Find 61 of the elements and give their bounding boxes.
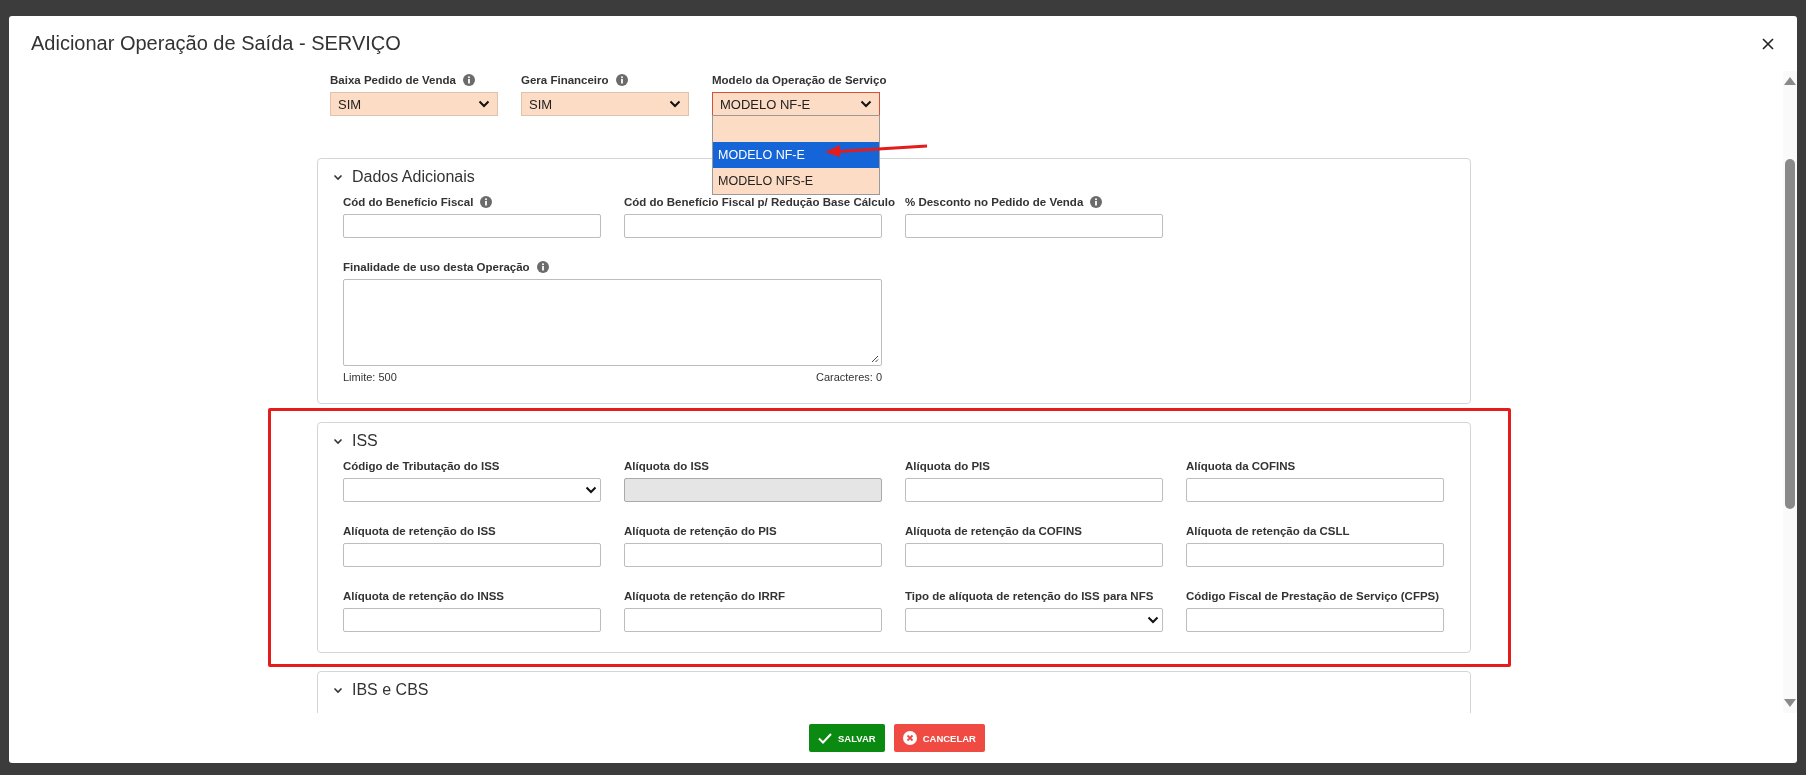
field-label: Baixa Pedido de Venda	[330, 74, 456, 86]
field-label: Tipo de alíquota de retenção do ISS para NFS	[905, 590, 1154, 602]
field-label: Código de Tributação do ISS	[343, 460, 500, 472]
field-label: Alíquota do PIS	[905, 460, 990, 472]
input-field[interactable]	[905, 478, 1163, 502]
scroll-down-arrow-icon[interactable]	[1784, 699, 1796, 707]
field-label: Cód do Benefício Fiscal	[343, 196, 474, 208]
input-field[interactable]	[343, 608, 601, 632]
save-button[interactable]: SALVAR	[809, 724, 885, 752]
field-label: Código Fiscal de Prestação de Serviço (CFPS)	[1186, 590, 1440, 602]
input-field[interactable]	[1186, 608, 1444, 632]
chevron-down-icon	[669, 100, 681, 108]
input-field[interactable]	[1186, 478, 1444, 502]
character-count: Caracteres: 0	[815, 371, 882, 383]
dropdown-option[interactable]: MODELO NFS-E	[713, 168, 879, 194]
field-label: Alíquota de retenção do IRRF	[624, 590, 785, 602]
scroll-up-arrow-icon[interactable]	[1784, 77, 1796, 85]
select-field[interactable]	[905, 608, 1163, 632]
input-field[interactable]	[624, 543, 882, 567]
input-field[interactable]	[624, 608, 882, 632]
close-circle-icon	[902, 731, 917, 745]
field-label: Alíquota de retenção da COFINS	[905, 525, 1082, 537]
input-field[interactable]	[905, 214, 1163, 238]
chevron-down-icon	[860, 100, 872, 108]
select-field[interactable]: SIM	[330, 92, 498, 116]
input-field[interactable]	[343, 214, 601, 238]
field-label: Alíquota de retenção do ISS	[343, 525, 496, 537]
field-label: Alíquota de retenção do PIS	[624, 525, 777, 537]
cancel-button[interactable]: CANCELAR	[893, 724, 985, 752]
chevron-down-icon	[478, 100, 490, 108]
text-area[interactable]	[343, 279, 882, 366]
scrollbar[interactable]	[1783, 71, 1797, 713]
input-field[interactable]	[905, 543, 1163, 567]
input-field[interactable]	[624, 214, 882, 238]
select-field[interactable]: MODELO NF-E	[712, 92, 880, 116]
field-label: Finalidade de uso desta Operação	[343, 261, 530, 273]
field-label: Alíquota da COFINS	[1186, 460, 1296, 472]
field-label: Alíquota do ISS	[624, 460, 709, 472]
chevron-down-icon[interactable]	[333, 686, 343, 694]
section-title: ISS	[352, 432, 378, 450]
input-field[interactable]	[1186, 543, 1444, 567]
character-limit: Limite: 500	[343, 371, 397, 383]
field-label: Alíquota de retenção da CSLL	[1186, 525, 1350, 537]
chevron-down-icon[interactable]	[333, 437, 343, 445]
field-label: Modelo da Operação de Serviço	[712, 74, 887, 86]
dialog-title: Adicionar Operação de Saída - SERVIÇO	[31, 32, 401, 55]
resize-grip-icon	[871, 355, 879, 363]
section-title: Dados Adicionais	[352, 168, 475, 186]
select-field[interactable]	[343, 478, 601, 502]
chevron-down-icon	[1147, 616, 1159, 624]
field-label: Gera Financeiro	[521, 74, 609, 86]
field-label: % Desconto no Pedido de Venda	[905, 196, 1084, 208]
section-title: IBS e CBS	[352, 681, 429, 699]
field-label: Cód do Benefício Fiscal p/ Redução Base Cálculo	[624, 196, 895, 208]
chevron-down-icon	[585, 486, 597, 494]
field-label: Alíquota de retenção do INSS	[343, 590, 505, 602]
input-field[interactable]	[343, 543, 601, 567]
chevron-down-icon[interactable]	[333, 173, 343, 181]
dropdown-option[interactable]: MODELO NF-E	[713, 142, 879, 168]
checkmark-icon	[818, 732, 832, 744]
select-field[interactable]: SIM	[521, 92, 689, 116]
